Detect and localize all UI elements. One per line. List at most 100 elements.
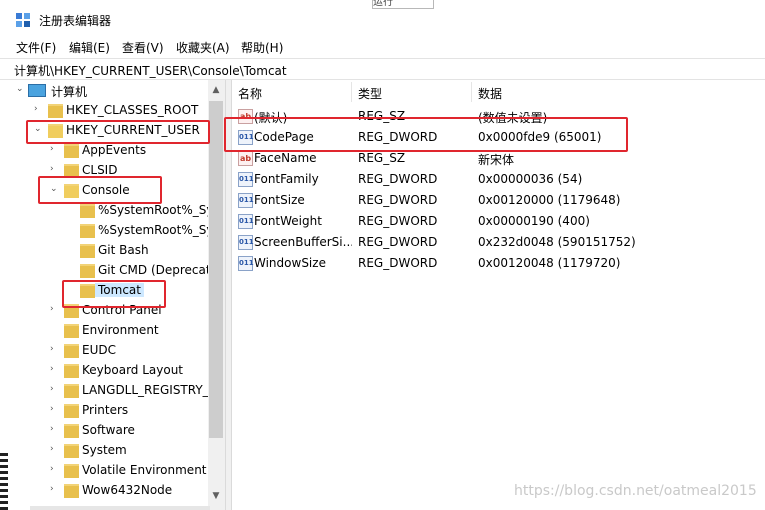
highlight-box-console <box>38 176 162 204</box>
tree-item-label: CLSID <box>82 163 118 177</box>
value-name: ScreenBufferSi... <box>254 235 352 249</box>
value-type: REG_DWORD <box>358 256 438 270</box>
folder-icon <box>64 364 79 378</box>
chevron-right-icon[interactable]: › <box>50 384 60 394</box>
value-type: REG_DWORD <box>358 172 438 186</box>
folder-icon <box>80 264 95 278</box>
value-type: REG_DWORD <box>358 235 438 249</box>
tree-item-label: Keyboard Layout <box>82 363 184 377</box>
tree-item-label: EUDC <box>82 343 116 357</box>
scroll-down-icon[interactable]: ▼ <box>210 490 222 502</box>
folder-icon <box>64 144 79 158</box>
chevron-right-icon[interactable]: › <box>50 364 60 374</box>
watermark: https://blog.csdn.net/oatmeal2015 <box>514 483 757 499</box>
chevron-right-icon[interactable]: › <box>50 344 60 354</box>
value-name: WindowSize <box>254 256 326 270</box>
qr-code-fragment <box>0 452 8 510</box>
folder-icon <box>64 424 79 438</box>
value-row-fontweight[interactable]: 011 FontWeight REG_DWORD 0x00000190 (400… <box>236 211 756 232</box>
tree-item-label: LANGDLL_REGISTRY_I <box>82 383 213 397</box>
chevron-right-icon[interactable]: › <box>34 104 44 114</box>
tree-item-label: Git Bash <box>98 243 149 257</box>
value-data: 0x00000036 (54) <box>478 172 583 186</box>
tree-item-label: AppEvents <box>82 143 147 157</box>
tree-item-label: Software <box>82 423 135 437</box>
chevron-right-icon[interactable]: › <box>50 164 60 174</box>
value-data: 0x00120048 (1179720) <box>478 256 621 270</box>
tree-horizontal-scrollbar[interactable] <box>30 506 210 510</box>
chevron-right-icon[interactable]: › <box>50 444 60 454</box>
menu-bar: 文件(F) 编辑(E) 查看(V) 收藏夹(A) 帮助(H) <box>0 38 765 56</box>
tree-item-label: 计算机 <box>51 85 88 99</box>
value-type: REG_DWORD <box>358 193 438 207</box>
chevron-down-icon[interactable]: ⌄ <box>16 84 26 94</box>
highlight-box-codepage <box>224 117 628 152</box>
column-header-name[interactable]: 名称 <box>238 85 262 102</box>
value-data: 0x00120000 (1179648) <box>478 193 621 207</box>
menu-file[interactable]: 文件(F) <box>16 39 56 56</box>
highlight-box-hkey-current-user <box>26 120 210 144</box>
tree-scrollbar-thumb[interactable] <box>209 101 223 438</box>
value-data: 新宋体 <box>478 153 515 167</box>
chevron-right-icon[interactable]: › <box>50 404 60 414</box>
chevron-right-icon[interactable]: › <box>50 464 60 474</box>
folder-icon <box>64 444 79 458</box>
tree-item-label: HKEY_CLASSES_ROOT <box>66 103 199 117</box>
scroll-up-icon[interactable]: ▲ <box>210 84 222 96</box>
address-bar[interactable]: 计算机\HKEY_CURRENT_USER\Console\Tomcat <box>0 58 765 80</box>
folder-icon <box>64 484 79 498</box>
background-window-fragment: 运行 <box>372 0 434 9</box>
chevron-right-icon[interactable]: › <box>50 484 60 494</box>
value-name: FontWeight <box>254 214 322 228</box>
binary-value-icon: 011 <box>238 235 254 250</box>
computer-icon <box>28 84 46 97</box>
chevron-right-icon[interactable]: › <box>50 144 60 154</box>
string-value-icon: ab <box>238 151 253 166</box>
tree-item-label: %SystemRoot%_Sy <box>98 223 214 237</box>
folder-icon <box>80 244 95 258</box>
folder-icon <box>64 404 79 418</box>
tree-item-label: System <box>82 443 127 457</box>
column-header-type[interactable]: 类型 <box>358 85 382 102</box>
folder-icon <box>48 104 63 118</box>
address-path[interactable]: 计算机\HKEY_CURRENT_USER\Console\Tomcat <box>14 62 287 79</box>
value-row-fontfamily[interactable]: 011 FontFamily REG_DWORD 0x00000036 (54) <box>236 169 756 190</box>
folder-icon <box>64 344 79 358</box>
menu-favorites[interactable]: 收藏夹(A) <box>176 39 230 56</box>
value-type: REG_DWORD <box>358 214 438 228</box>
window-title: 注册表编辑器 <box>39 14 112 28</box>
tree-item-label: %SystemRoot%_Sy <box>98 203 214 217</box>
highlight-box-tomcat <box>62 280 166 308</box>
folder-icon <box>64 324 79 338</box>
value-data: 0x00000190 (400) <box>478 214 590 228</box>
binary-value-icon: 011 <box>238 172 254 187</box>
column-divider[interactable] <box>471 82 472 102</box>
folder-icon <box>80 224 95 238</box>
folder-icon <box>64 384 79 398</box>
binary-value-icon: 011 <box>238 214 254 229</box>
value-row-screenbuffersize[interactable]: 011 ScreenBufferSi... REG_DWORD 0x232d00… <box>236 232 756 253</box>
column-divider[interactable] <box>351 82 352 102</box>
tree-item-label: Git CMD (Deprecat <box>98 263 211 277</box>
menu-edit[interactable]: 编辑(E) <box>69 39 110 56</box>
value-row-fontsize[interactable]: 011 FontSize REG_DWORD 0x00120000 (11796… <box>236 190 756 211</box>
regedit-icon <box>16 13 30 27</box>
value-name: FontSize <box>254 193 305 207</box>
value-name: FontFamily <box>254 172 319 186</box>
binary-value-icon: 011 <box>238 256 254 271</box>
column-header-data[interactable]: 数据 <box>478 85 502 102</box>
menu-view[interactable]: 查看(V) <box>122 39 164 56</box>
folder-icon <box>64 464 79 478</box>
tree-item-label: Printers <box>82 403 129 417</box>
binary-value-icon: 011 <box>238 193 254 208</box>
menu-help[interactable]: 帮助(H) <box>241 39 283 56</box>
value-row-windowsize[interactable]: 011 WindowSize REG_DWORD 0x00120048 (117… <box>236 253 756 274</box>
value-name: FaceName <box>254 151 317 165</box>
chevron-right-icon[interactable]: › <box>50 304 60 314</box>
value-type: REG_SZ <box>358 151 406 165</box>
tree-item-label: Environment <box>82 323 159 337</box>
chevron-right-icon[interactable]: › <box>50 424 60 434</box>
tree-item-label: Volatile Environment <box>82 463 207 477</box>
folder-icon <box>80 204 95 218</box>
tree-item-label: Wow6432Node <box>82 483 173 497</box>
